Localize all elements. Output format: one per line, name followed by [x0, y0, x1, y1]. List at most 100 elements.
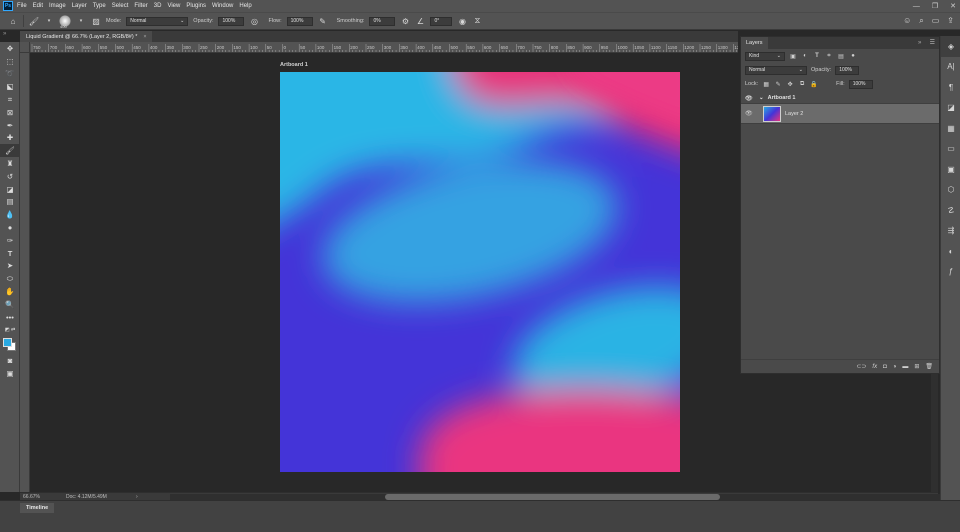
smoothing-field[interactable]: 0% [369, 16, 396, 26]
artboard-canvas[interactable] [280, 72, 680, 472]
3d-panel-icon[interactable]: ⬡ [941, 180, 960, 201]
brush-settings-icon[interactable]: ▨ [91, 16, 101, 26]
libraries-panel-icon[interactable]: ☡ [941, 200, 960, 221]
minimize-button[interactable]: — [913, 3, 920, 10]
restore-button[interactable]: ❐ [932, 2, 938, 10]
object-selection-tool-icon[interactable]: ⬕ [0, 80, 20, 93]
timeline-tab[interactable]: Timeline [20, 503, 55, 513]
brush-preset-picker[interactable]: 400 [59, 15, 71, 29]
filter-pixel-icon[interactable]: ▣ [789, 52, 797, 60]
filter-toggle-icon[interactable]: ● [849, 52, 857, 60]
properties-panel-icon[interactable]: ◐ [941, 241, 960, 262]
character-panel-icon[interactable]: A| [941, 57, 960, 78]
type-tool-icon[interactable]: T [0, 247, 20, 260]
horizontal-ruler[interactable]: 750 700 650 600 550 500 450 400 350 300 250 200 150 1… [30, 42, 738, 53]
visibility-eye-icon[interactable]: 👁 [745, 110, 755, 117]
gradients-panel-icon[interactable]: ▭ [941, 139, 960, 160]
close-button[interactable]: ✕ [950, 2, 956, 10]
frame-tool-icon[interactable]: ⊠ [0, 106, 20, 119]
filter-shape-icon[interactable]: ⌗ [825, 52, 833, 60]
menu-3d[interactable]: 3D [154, 3, 162, 9]
vertical-ruler[interactable] [20, 42, 30, 492]
menu-view[interactable]: View [167, 3, 180, 9]
blend-mode-dropdown[interactable]: Normal ⌄ [745, 65, 807, 75]
layers-tab[interactable]: Layers [741, 37, 768, 49]
menu-image[interactable]: Image [49, 3, 66, 9]
collapse-panels-icon[interactable]: » [918, 40, 921, 46]
foreground-color-swatch[interactable] [3, 338, 12, 348]
search-icon[interactable]: ⌕ [919, 16, 923, 26]
zoom-level[interactable]: 66.67% [20, 494, 56, 500]
trash-icon[interactable]: 🗑 [925, 363, 933, 370]
move-tool-icon[interactable]: ✥ [0, 42, 20, 55]
layer-row-layer2[interactable]: 👁 Layer 2 [741, 104, 939, 124]
filter-kind-dropdown[interactable]: Kind ⌄ [745, 51, 785, 61]
lock-all-icon[interactable]: 🔒 [810, 80, 818, 88]
zoom-tool-icon[interactable]: 🔍 [0, 298, 20, 311]
crop-tool-icon[interactable]: ⌗ [0, 93, 20, 106]
history-panel-icon[interactable]: ƒ [941, 262, 960, 283]
healing-brush-tool-icon[interactable]: ✚ [0, 132, 20, 145]
menu-window[interactable]: Window [212, 3, 233, 9]
menu-select[interactable]: Select [112, 3, 129, 9]
symmetry-icon[interactable]: ⧖ [472, 16, 482, 26]
more-tools-icon[interactable]: ••• [0, 311, 20, 324]
filter-smart-object-icon[interactable]: ▤ [837, 52, 845, 60]
mode-dropdown[interactable]: Normal ⌄ [126, 16, 189, 26]
dodge-tool-icon[interactable]: ● [0, 221, 20, 234]
fill-field[interactable]: 100% [848, 79, 873, 89]
chevron-down-icon[interactable]: ▾ [44, 16, 54, 26]
add-mask-icon[interactable]: ◘ [883, 364, 887, 370]
document-info[interactable]: Doc: 4.12M/5.49M [56, 494, 136, 500]
layers-panel-icon[interactable]: ◈ [941, 36, 960, 57]
patterns-panel-icon[interactable]: ▣ [941, 159, 960, 180]
history-brush-tool-icon[interactable]: ↺ [0, 170, 20, 183]
layer-opacity-field[interactable]: 100% [835, 65, 860, 75]
brush-tool-icon[interactable]: 🖌 [0, 144, 20, 158]
ruler-origin[interactable] [20, 42, 30, 53]
pressure-opacity-icon[interactable]: ◎ [249, 16, 259, 26]
paragraph-panel-icon[interactable]: ¶ [941, 77, 960, 98]
gradient-tool-icon[interactable]: ▤ [0, 196, 20, 209]
flow-field[interactable]: 100% [286, 16, 313, 26]
adjustments-panel-icon[interactable]: ⇶ [941, 221, 960, 242]
workspace-icon[interactable]: ▭ [932, 16, 940, 26]
menu-help[interactable]: Help [239, 3, 251, 9]
status-menu-icon[interactable]: › [136, 494, 138, 500]
layer-style-icon[interactable]: fx [872, 364, 877, 370]
angle-field[interactable]: 0° [430, 16, 453, 26]
menu-type[interactable]: Type [93, 3, 106, 9]
opacity-field[interactable]: 100% [218, 16, 245, 26]
menu-layer[interactable]: Layer [72, 3, 87, 9]
link-layers-icon[interactable]: ⊂⊃ [856, 363, 866, 370]
lasso-tool-icon[interactable]: ➰ [0, 68, 20, 81]
marquee-tool-icon[interactable]: ⬚ [0, 55, 20, 68]
pen-tool-icon[interactable]: ✑ [0, 234, 20, 247]
menu-filter[interactable]: Filter [134, 3, 147, 9]
menu-edit[interactable]: Edit [33, 3, 43, 9]
share-icon[interactable]: ⇪ [947, 16, 954, 26]
lock-artboard-icon[interactable]: ⧉ [798, 80, 806, 88]
lock-transparency-icon[interactable]: ▦ [762, 80, 770, 88]
new-layer-icon[interactable]: ⊞ [914, 363, 919, 370]
cloud-user-icon[interactable]: ☺ [903, 16, 911, 26]
brush-tool-icon[interactable]: 🖌 [29, 16, 39, 26]
filter-adjustment-icon[interactable]: ◐ [801, 52, 809, 60]
eraser-tool-icon[interactable]: ◪ [0, 183, 20, 196]
adjustment-layer-icon[interactable]: ◑ [893, 364, 897, 370]
pressure-size-icon[interactable]: ◉ [457, 16, 467, 26]
screen-mode-icon[interactable]: ▣ [0, 367, 20, 380]
collapse-tools-icon[interactable]: » [0, 31, 20, 42]
chevron-down-icon[interactable]: ▾ [76, 16, 86, 26]
chevron-down-icon[interactable]: ⌄ [759, 95, 764, 101]
visibility-eye-icon[interactable]: 👁 [745, 95, 755, 102]
path-selection-tool-icon[interactable]: ➤ [0, 260, 20, 273]
gear-icon[interactable]: ⚙ [400, 16, 410, 26]
lock-image-icon[interactable]: ✎ [774, 80, 782, 88]
layer-row-artboard[interactable]: 👁 ⌄ Artboard 1 [741, 93, 939, 104]
document-tab[interactable]: Liquid Gradient @ 66.7% (Layer 2, RGB/8#… [20, 31, 152, 42]
swatches-panel-icon[interactable]: ▦ [941, 118, 960, 139]
menu-file[interactable]: File [17, 3, 27, 9]
home-icon[interactable]: ⌂ [8, 16, 18, 26]
panel-menu-icon[interactable]: ☰ [930, 39, 935, 46]
